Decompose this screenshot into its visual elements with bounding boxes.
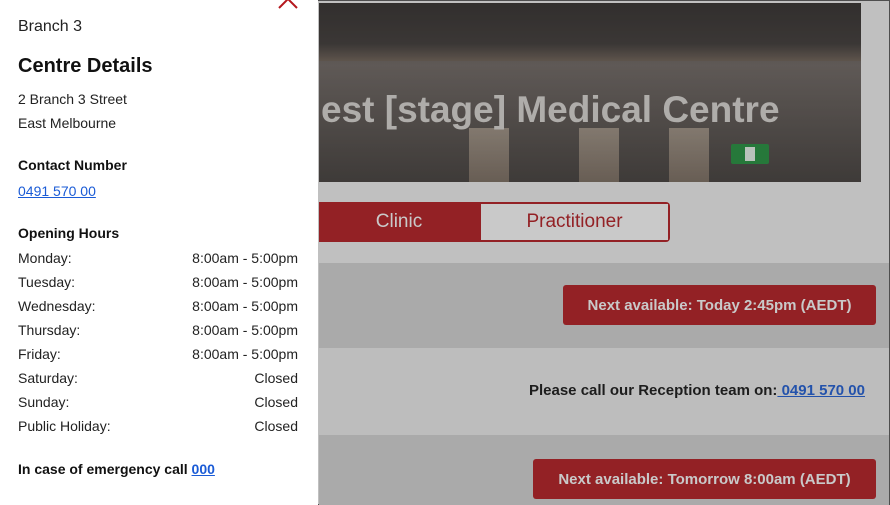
hours-row-tuesday: Tuesday: 8:00am - 5:00pm (18, 274, 298, 298)
contact-heading: Contact Number (18, 157, 127, 173)
hours-time: 8:00am - 5:00pm (192, 274, 298, 290)
centre-details-panel: Branch 3 Centre Details 2 Branch 3 Stree… (0, 0, 318, 505)
hours-row-monday: Monday: 8:00am - 5:00pm (18, 250, 298, 274)
opening-hours-list: Monday: 8:00am - 5:00pm Tuesday: 8:00am … (18, 250, 298, 442)
hours-day: Wednesday: (18, 298, 96, 314)
branch-name: Branch 3 (18, 18, 83, 35)
hours-day: Monday: (18, 250, 72, 266)
hours-row-friday: Friday: 8:00am - 5:00pm (18, 346, 298, 370)
hours-day: Friday: (18, 346, 61, 362)
emergency-note: In case of emergency call 000 (18, 461, 215, 477)
hours-time: 8:00am - 5:00pm (192, 298, 298, 314)
address-line-2: East Melbourne (18, 115, 117, 131)
hours-time: 8:00am - 5:00pm (192, 346, 298, 362)
hours-time: Closed (254, 394, 298, 410)
hours-day: Sunday: (18, 394, 70, 410)
emergency-number-link[interactable]: 000 (192, 461, 215, 477)
panel-title: Centre Details (18, 55, 153, 77)
hours-time: 8:00am - 5:00pm (192, 322, 298, 338)
hours-row-saturday: Saturday: Closed (18, 370, 298, 394)
contact-phone-link[interactable]: 0491 570 00 (18, 183, 96, 199)
hours-row-wednesday: Wednesday: 8:00am - 5:00pm (18, 298, 298, 322)
hours-day: Saturday: (18, 370, 78, 386)
hours-time: Closed (254, 418, 298, 434)
hours-heading: Opening Hours (18, 225, 120, 241)
emergency-text: In case of emergency call (18, 461, 192, 477)
hours-row-sunday: Sunday: Closed (18, 394, 298, 418)
hours-day: Public Holiday: (18, 418, 111, 434)
close-icon[interactable] (276, 0, 300, 10)
hours-row-public-holiday: Public Holiday: Closed (18, 418, 298, 442)
hours-day: Tuesday: (18, 274, 76, 290)
hours-time: Closed (254, 370, 298, 386)
hours-day: Thursday: (18, 322, 81, 338)
address-line-1: 2 Branch 3 Street (18, 91, 127, 107)
hours-row-thursday: Thursday: 8:00am - 5:00pm (18, 322, 298, 346)
hours-time: 8:00am - 5:00pm (192, 250, 298, 266)
